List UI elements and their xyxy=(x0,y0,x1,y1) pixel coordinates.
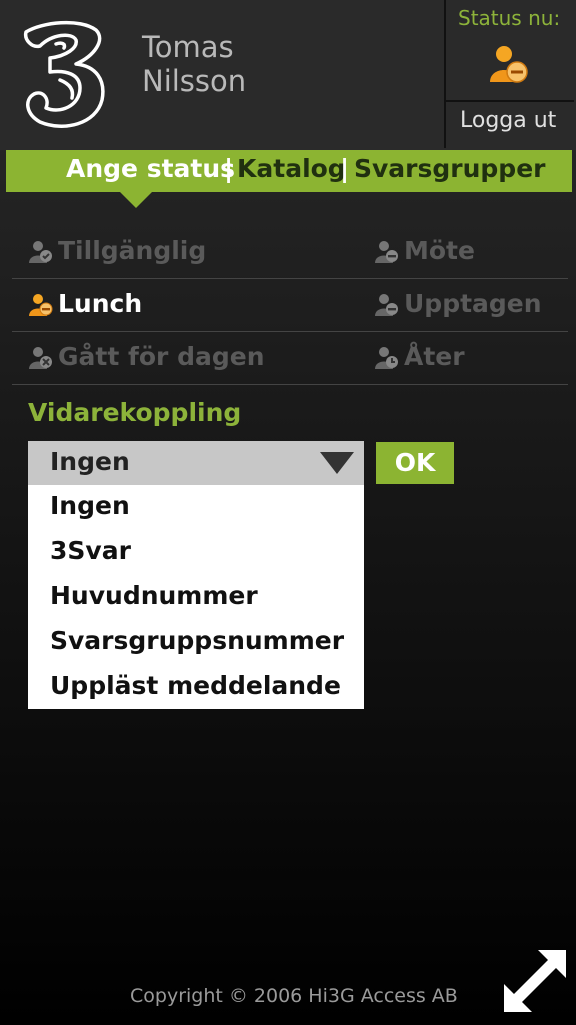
dropdown-arrow-icon[interactable] xyxy=(320,452,354,474)
status-option-label: Lunch xyxy=(58,289,143,318)
person-gone-icon xyxy=(29,347,52,369)
user-first-name: Tomas xyxy=(142,30,234,64)
person-meeting-icon xyxy=(375,241,398,263)
status-option-label: Tillgänglig xyxy=(58,236,207,265)
status-now-label: Status nu: xyxy=(458,6,561,30)
forwarding-option-svarsgruppsnummer[interactable]: Svarsgruppsnummer xyxy=(50,626,344,655)
status-option-gatt-for-dagen[interactable]: Gått för dagen xyxy=(28,342,265,371)
person-available-icon xyxy=(29,241,52,263)
status-option-upptagen[interactable]: Upptagen xyxy=(374,289,542,318)
forwarding-option-3svar[interactable]: 3Svar xyxy=(50,536,131,565)
divider xyxy=(12,278,568,279)
status-option-lunch[interactable]: Lunch xyxy=(28,289,142,318)
tab-svarsgrupper[interactable]: Svarsgrupper xyxy=(354,154,545,183)
status-option-mote[interactable]: Möte xyxy=(374,236,475,265)
person-busy-icon xyxy=(375,294,398,316)
person-lunch-status-icon xyxy=(490,46,528,83)
forwarding-options-list: Ingen 3Svar Huvudnummer Svarsgruppsnumme… xyxy=(28,485,364,709)
person-lunch-icon xyxy=(29,294,53,316)
tab-separator: | xyxy=(340,154,350,183)
tab-separator: | xyxy=(224,154,234,183)
person-back-icon xyxy=(375,347,398,369)
copyright-text: Copyright © 2006 Hi3G Access AB xyxy=(130,985,458,1007)
tab-bar: Ange status | Katalog | Svarsgrupper xyxy=(6,150,572,192)
active-tab-pointer xyxy=(120,192,152,208)
tab-katalog[interactable]: Katalog xyxy=(237,154,346,183)
status-option-tillganglig[interactable]: Tillgänglig xyxy=(28,236,206,265)
forwarding-option-huvudnummer[interactable]: Huvudnummer xyxy=(50,581,258,610)
three-logo xyxy=(23,20,105,128)
forwarding-selected-value: Ingen xyxy=(50,447,130,476)
forwarding-option-uppläst-meddelande[interactable]: Uppläst meddelande xyxy=(50,671,341,700)
fullscreen-expand-icon[interactable] xyxy=(500,946,570,1016)
user-last-name: Nilsson xyxy=(142,64,247,98)
status-option-label: Upptagen xyxy=(404,289,542,318)
status-option-label: Gått för dagen xyxy=(58,342,265,371)
divider xyxy=(12,331,568,332)
status-option-label: Möte xyxy=(404,236,475,265)
divider xyxy=(12,384,568,385)
forwarding-option-ingen[interactable]: Ingen xyxy=(50,491,130,520)
ok-button[interactable]: OK xyxy=(376,442,454,484)
tab-ange-status[interactable]: Ange status xyxy=(66,154,235,183)
status-option-ater[interactable]: Åter xyxy=(374,342,465,371)
status-option-label: Åter xyxy=(404,342,465,371)
forwarding-title: Vidarekoppling xyxy=(28,398,242,427)
logout-link[interactable]: Logga ut xyxy=(460,108,556,133)
